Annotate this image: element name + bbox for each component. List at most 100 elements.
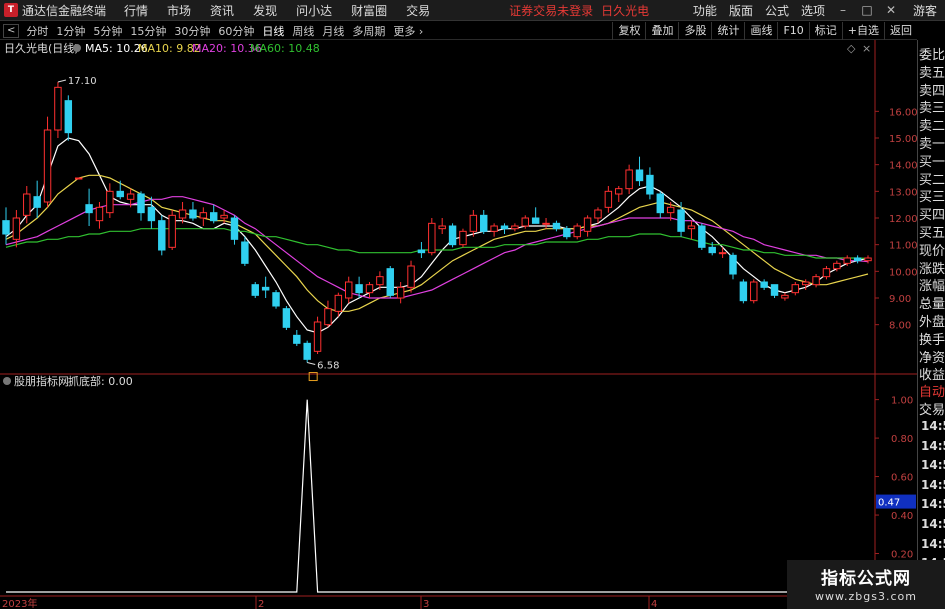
app-title: 通达信金融终端	[22, 3, 107, 18]
candle-body-32	[334, 294, 343, 312]
stock-title: 日久光电(日线)	[4, 41, 79, 55]
candle-body-1	[12, 217, 21, 240]
tab-60min[interactable]: 60分钟	[214, 23, 258, 39]
return-button[interactable]: 返回	[884, 21, 917, 40]
candle-body-76	[791, 284, 800, 294]
candle-body-79	[822, 268, 831, 278]
menu-function[interactable]: 功能	[693, 2, 717, 19]
menu-item-quotes[interactable]: 行情	[124, 2, 148, 19]
side-label-12: 涨跌	[919, 261, 945, 277]
sub-legend: 股朋指标网 抓底部: 0.00	[3, 374, 133, 388]
draw-line-button[interactable]: 画线	[744, 21, 777, 40]
candle-body-75	[781, 294, 789, 299]
menu-item-discover[interactable]: 发现	[253, 2, 277, 19]
candle-body-31	[324, 308, 332, 326]
candle-body-21	[220, 214, 228, 219]
watermark-title: 指标公式网	[821, 569, 911, 589]
candle-body-20	[209, 212, 218, 222]
candle-body-80	[833, 262, 841, 270]
menu-layout[interactable]: 版面	[729, 2, 753, 19]
candle-body-29	[303, 342, 311, 360]
guest-user[interactable]: 游客	[913, 2, 937, 19]
menu-item-ask[interactable]: 问小达	[296, 2, 332, 19]
side-label-5: 卖一	[919, 137, 945, 152]
candle-body-12	[126, 193, 135, 200]
diamond-icon[interactable]: ◇	[847, 42, 856, 55]
candle-body-73	[760, 281, 768, 288]
candle-body-45	[469, 214, 478, 232]
tab-1min[interactable]: 1分钟	[52, 23, 89, 39]
y-tick-label-4: 12.00	[889, 214, 917, 225]
candle-body-37	[386, 268, 394, 296]
stock-name-notice: 日久光电	[601, 3, 650, 18]
menu-options[interactable]: 选项	[801, 2, 825, 19]
close-panel-icon[interactable]: ×	[862, 42, 871, 55]
add-watchlist-button[interactable]: +自选	[841, 21, 884, 40]
sub-y-tick-label-1: 0.80	[891, 434, 913, 445]
side-label-17: 净资	[919, 350, 945, 366]
side-label-2: 卖四	[919, 83, 945, 99]
login-notice[interactable]: 证券交易未登录	[509, 2, 593, 19]
y-tick-label-8: 8.00	[889, 321, 911, 332]
f10-button[interactable]: F10	[777, 21, 808, 40]
y-tick-label-3: 13.00	[889, 187, 917, 198]
tab-monthly[interactable]: 月线	[318, 23, 348, 39]
tab-multi-period[interactable]: 多周期	[348, 23, 389, 39]
tick-time-4: 14:56	[921, 497, 945, 512]
side-label-3: 卖三	[919, 101, 945, 117]
menu-item-news[interactable]: 资讯	[210, 2, 234, 19]
ma-line-ma60	[5, 228, 869, 260]
candle-body-17	[178, 209, 187, 219]
menu-formula[interactable]: 公式	[765, 2, 789, 19]
adjust-button[interactable]: 复权	[612, 21, 645, 40]
menu-item-wealth[interactable]: 财富圈	[351, 2, 387, 19]
candle-body-69	[718, 252, 727, 255]
candle-body-16	[168, 214, 176, 248]
candle-body-13	[137, 193, 145, 214]
tab-more-label: 更多	[393, 24, 416, 38]
candle-body-33	[345, 281, 353, 299]
candle-body-43	[448, 225, 457, 246]
candle-body-22	[230, 217, 239, 240]
candle-body-42	[438, 225, 446, 230]
close-icon[interactable]: ✕	[885, 3, 897, 17]
candle-body-4	[43, 129, 52, 203]
kline-chart[interactable]: 日久光电(日线) MA5: 10.26 MA10: 9.82 MA20: 10.…	[0, 40, 917, 609]
low-pointer	[307, 362, 316, 366]
tab-15min[interactable]: 15分钟	[126, 23, 170, 39]
candle-body-72	[750, 281, 758, 302]
side-label-1: 卖五	[919, 65, 945, 81]
side-sub-label-1[interactable]: 交易	[919, 399, 945, 418]
candle-body-19	[199, 212, 208, 219]
candle-body-25	[261, 286, 270, 291]
multi-stock-button[interactable]: 多股	[678, 21, 711, 40]
tab-weekly[interactable]: 周线	[288, 23, 318, 39]
indicator-value: 抓底部: 0.00	[68, 374, 133, 388]
ma-lines	[5, 137, 869, 334]
maximize-icon[interactable]: □	[861, 3, 873, 17]
candle-body-48	[500, 225, 509, 230]
watermark: 指标公式网 www.zbgs3.com	[787, 560, 945, 609]
tab-5min[interactable]: 5分钟	[89, 23, 126, 39]
legend-toggle-icon[interactable]	[73, 44, 81, 52]
back-arrow-icon[interactable]: <	[3, 23, 20, 38]
side-label-14: 总量	[919, 297, 945, 313]
tab-30min[interactable]: 30分钟	[170, 23, 214, 39]
minimize-icon[interactable]: –	[837, 3, 849, 17]
tab-more[interactable]: 更多 ›	[389, 23, 427, 39]
menu-item-trade[interactable]: 交易	[406, 2, 430, 19]
statistics-button[interactable]: 统计	[711, 21, 744, 40]
sub-legend-toggle-icon[interactable]	[3, 377, 11, 385]
side-sub-label-0[interactable]: 自动	[919, 381, 945, 400]
mark-button[interactable]: 标记	[808, 21, 842, 40]
overlay-button[interactable]: 叠加	[645, 21, 678, 40]
tab-daily[interactable]: 日线	[258, 23, 288, 39]
candle-body-8	[85, 204, 93, 214]
quote-side-panel: 委比 卖五 卖四 卖三 卖二 卖一 买一 买二 买三 买四 买五 现价 涨跌 涨幅 总量 外盘 换手 净资 收益 自动…	[917, 40, 945, 609]
side-label-13: 涨幅	[919, 279, 945, 295]
side-label-15: 外盘	[919, 315, 945, 330]
menu-item-market[interactable]: 市场	[167, 2, 191, 19]
candle-body-27	[282, 308, 291, 328]
tab-intraday[interactable]: 分时	[22, 23, 52, 39]
ma-line-ma20	[5, 196, 869, 299]
